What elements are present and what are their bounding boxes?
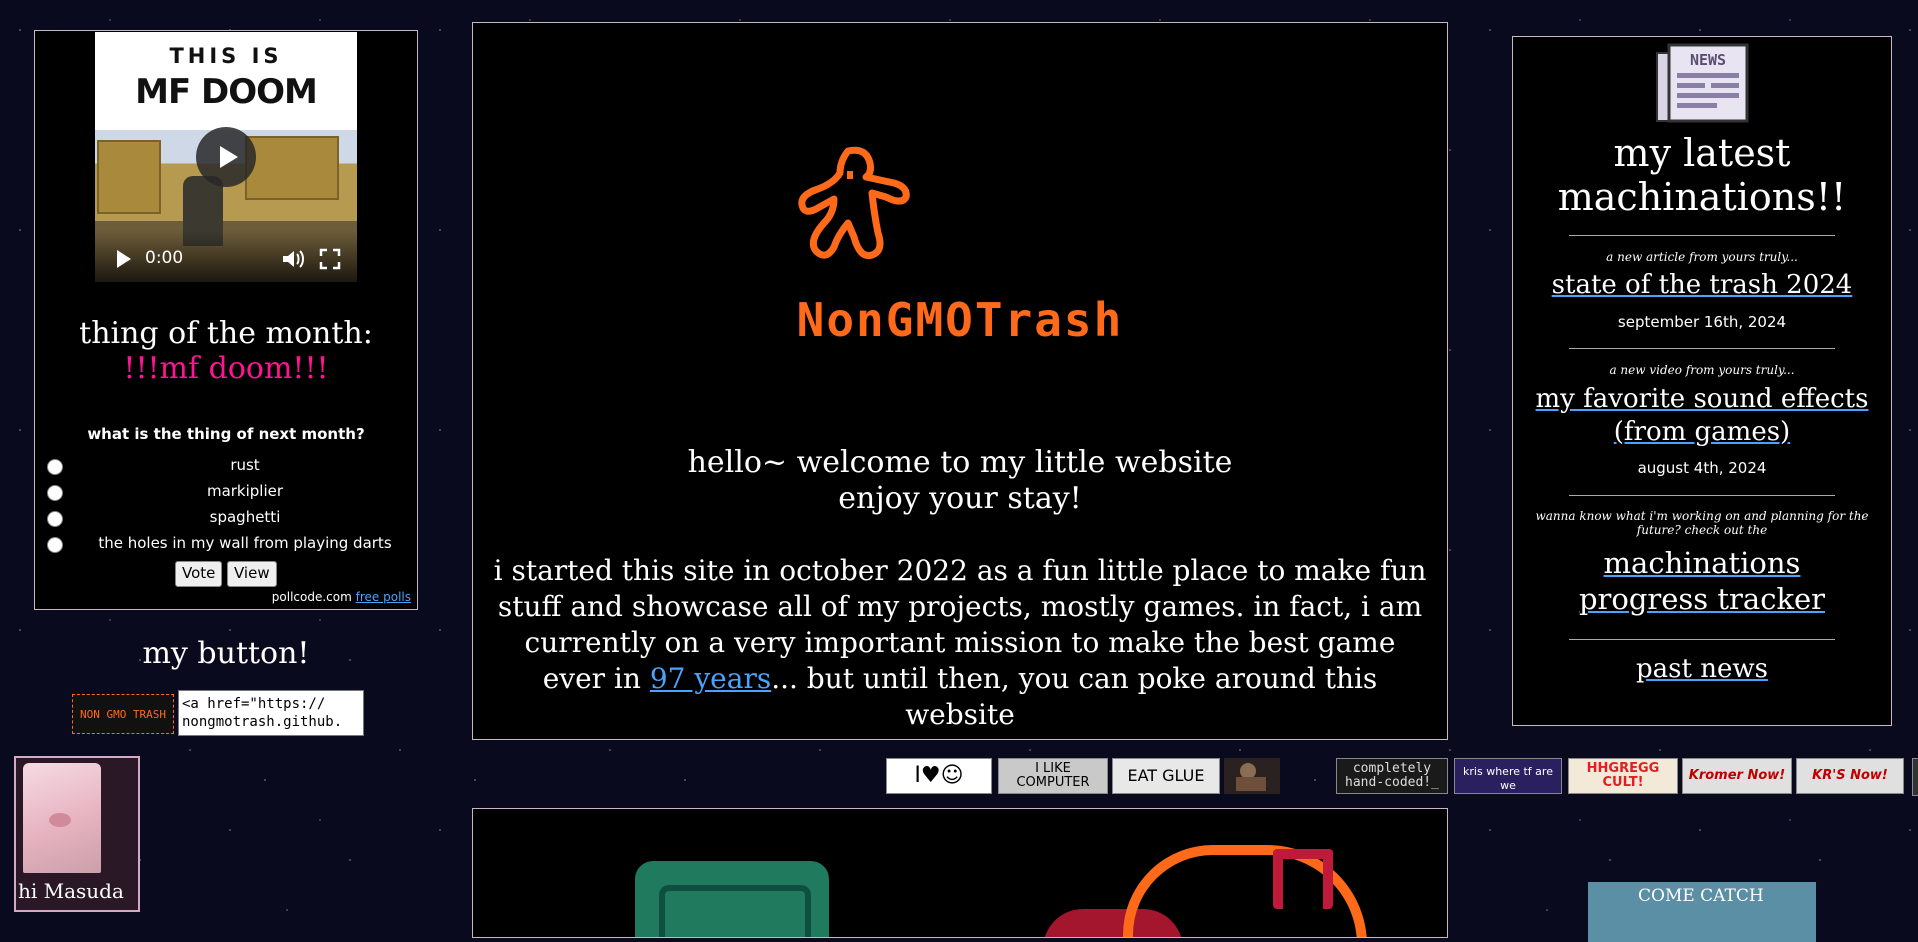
- poll-option-label: rust: [230, 456, 260, 474]
- welcome-line2: enjoy your stay!: [838, 481, 1082, 516]
- video-date: august 4th, 2024: [1637, 459, 1767, 477]
- button-embed-code[interactable]: <a href="https:// nongmotrash.github.: [178, 690, 364, 736]
- poll-view-button[interactable]: View: [227, 561, 277, 587]
- free-polls-link[interactable]: free polls: [356, 590, 411, 604]
- thing-of-month-title: thing of the month:: [79, 316, 373, 351]
- video-link[interactable]: my favorite sound effects (from games): [1513, 383, 1891, 449]
- red-handle-art: [1273, 849, 1333, 909]
- site-logo-text: NonGMOTrash: [796, 293, 1124, 347]
- divider: [1569, 235, 1835, 236]
- play-icon: [219, 146, 238, 168]
- green-game-art: [635, 861, 829, 937]
- fullscreen-icon[interactable]: [319, 248, 341, 270]
- thumbnail-crate: [97, 140, 161, 214]
- welcome-text: hello~ welcome to my little website enjo…: [473, 445, 1447, 517]
- come-catch-banner[interactable]: COME CATCH: [1588, 882, 1816, 942]
- kris-where-button[interactable]: kris where tf are we: [1454, 758, 1562, 794]
- video-thumbnail-title: THIS IS MF DOOM: [95, 32, 357, 130]
- hand-coded-button[interactable]: completely hand-coded!_: [1336, 758, 1448, 794]
- hhgregg-cult-button[interactable]: HHGREGG CULT!: [1568, 758, 1678, 794]
- poll-option[interactable]: the holes in my wall from playing darts: [45, 533, 415, 557]
- poll-radio[interactable]: [47, 459, 63, 475]
- krs-now-button[interactable]: KR'S Now!: [1796, 758, 1904, 794]
- video-kicker: a new video from yours truly...: [1609, 363, 1795, 377]
- volume-icon[interactable]: [281, 248, 305, 270]
- article-link[interactable]: state of the trash 2024: [1513, 269, 1891, 302]
- cat-picture-box: hi Masuda: [14, 756, 140, 912]
- article-date: september 16th, 2024: [1617, 313, 1787, 331]
- cutoff-button[interactable]: [1912, 758, 1918, 796]
- kromer-now-button[interactable]: Kromer Now!: [1682, 758, 1792, 794]
- article-kicker: a new article from yours truly...: [1606, 250, 1798, 264]
- poll-radio[interactable]: [47, 485, 63, 501]
- divider: [1569, 348, 1835, 349]
- i-love-undertale-button[interactable]: I♥☺: [886, 758, 992, 794]
- cat-label: hi Masuda: [18, 879, 124, 903]
- news-icon-label: NEWS: [1690, 51, 1726, 69]
- poll-option-label: the holes in my wall from playing darts: [98, 534, 392, 552]
- my-88x31-button[interactable]: NON GMO TRASH: [72, 694, 174, 734]
- eat-glue-button[interactable]: EAT GLUE: [1112, 758, 1220, 794]
- poll-vote-button[interactable]: Vote: [175, 561, 223, 587]
- video-play-button[interactable]: [196, 127, 256, 187]
- latest-machinations-title: my latest machinations!!: [1557, 131, 1847, 219]
- poll-credit-site: pollcode.com: [271, 590, 352, 604]
- poll-option[interactable]: rust: [45, 455, 415, 479]
- poll-option[interactable]: markiplier: [45, 481, 415, 505]
- future-text: wanna know what i'm working on and plann…: [1535, 509, 1869, 537]
- 97-years-link[interactable]: 97 years: [650, 662, 771, 695]
- thumbnail-line1: THIS IS: [169, 44, 283, 68]
- play-icon[interactable]: [117, 250, 131, 268]
- mascot-logo-icon: [798, 146, 910, 260]
- armored-figure-icon: [1236, 763, 1266, 791]
- video-player[interactable]: THIS IS MF DOOM 0:00: [95, 32, 357, 282]
- past-news-link[interactable]: past news: [1513, 653, 1891, 686]
- thumbnail-line2: MF DOOM: [135, 72, 318, 112]
- intro-text-after: ... but until then, you can poke around …: [771, 662, 1378, 731]
- poll-radio[interactable]: [47, 511, 63, 527]
- progress-tracker-link[interactable]: machinations progress tracker: [1513, 545, 1891, 617]
- games-panel: [472, 808, 1448, 938]
- divider: [1569, 639, 1835, 640]
- welcome-line1: hello~ welcome to my little website: [687, 445, 1233, 480]
- armored-figure-button[interactable]: [1224, 758, 1280, 794]
- thumbnail-crate: [245, 136, 339, 200]
- cat-image: [23, 763, 101, 873]
- news-panel: NEWS my latest machinations!! a new arti…: [1512, 36, 1892, 726]
- newspaper-icon: NEWS: [1656, 43, 1749, 123]
- i-like-computer-button[interactable]: I LIKE COMPUTER: [998, 758, 1108, 794]
- thing-of-month-name: !!!mf doom!!!: [123, 351, 329, 386]
- intro-paragraph: i started this site in october 2022 as a…: [493, 553, 1427, 733]
- left-sidebar-panel: THIS IS MF DOOM 0:00 thing of the month:…: [34, 30, 418, 610]
- poll-option-label: markiplier: [206, 482, 284, 500]
- poll-question: what is the thing of next month?: [87, 425, 365, 443]
- divider: [1569, 495, 1835, 496]
- poll-option-label: spaghetti: [209, 508, 281, 526]
- poll-credit: pollcode.com free polls: [272, 590, 411, 604]
- poll-option[interactable]: spaghetti: [45, 507, 415, 531]
- video-controls: 0:00: [95, 230, 357, 282]
- my-button-title: my button!: [142, 636, 310, 671]
- video-time: 0:00: [145, 248, 184, 268]
- main-content-panel: NonGMOTrash hello~ welcome to my little …: [472, 22, 1448, 740]
- poll-radio[interactable]: [47, 537, 63, 553]
